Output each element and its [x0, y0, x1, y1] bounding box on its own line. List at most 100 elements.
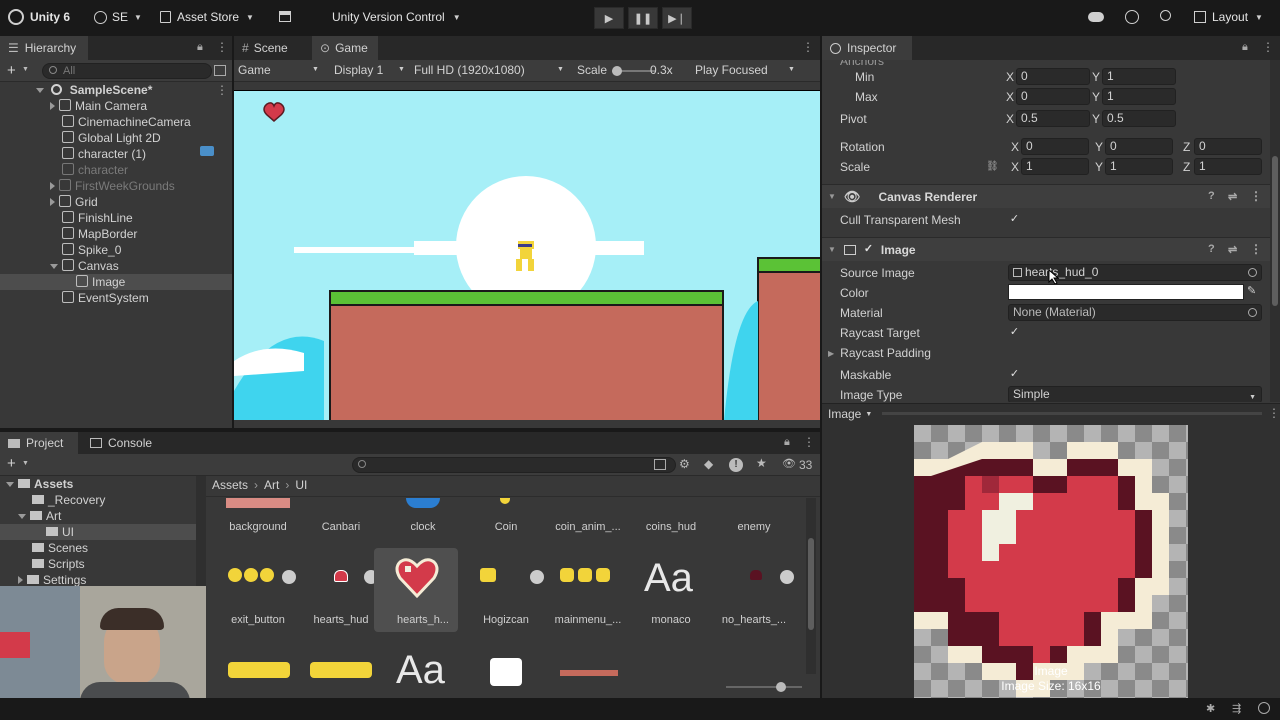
- asset-thumb-font-icon[interactable]: Aa: [396, 648, 445, 693]
- panel-menu-icon[interactable]: ⋮: [1262, 40, 1274, 54]
- hierarchy-item-character-1[interactable]: character (1): [62, 146, 146, 162]
- eye-icon[interactable]: 👁︎: [782, 457, 796, 470]
- game-mode-dropdown[interactable]: Game ▼: [238, 63, 319, 77]
- hierarchy-item-global-light[interactable]: Global Light 2D: [62, 130, 161, 146]
- tree-folder-recovery[interactable]: _Recovery: [32, 492, 105, 508]
- maskable-checkbox[interactable]: ✓: [1008, 368, 1021, 381]
- add-icon[interactable]: +: [7, 62, 16, 79]
- scale-slider-handle[interactable]: [612, 66, 622, 76]
- hierarchy-item-main-camera[interactable]: Main Camera: [50, 98, 147, 114]
- asset-thumb-hearts-hud-0[interactable]: [394, 554, 440, 600]
- anchor-min-y-field[interactable]: 1: [1102, 68, 1176, 85]
- panel-menu-icon[interactable]: ⋮: [216, 40, 228, 54]
- expand-sprites-icon[interactable]: [282, 570, 296, 584]
- lock-icon[interactable]: 🔒︎: [1242, 41, 1248, 54]
- chevron-down-icon[interactable]: ▼: [22, 460, 29, 467]
- tree-folder-art[interactable]: Art: [18, 508, 61, 524]
- step-button[interactable]: ▶❘: [662, 7, 692, 29]
- asset-thumb-white-square[interactable]: [490, 658, 522, 686]
- account-dropdown[interactable]: SE ▼: [94, 10, 142, 24]
- tree-folder-scripts[interactable]: Scripts: [32, 556, 85, 572]
- eyedropper-icon[interactable]: ✎: [1247, 284, 1256, 297]
- asset-thumb-exit-button[interactable]: [228, 568, 290, 586]
- project-search-input[interactable]: [352, 457, 676, 473]
- hierarchy-item-cinemachine[interactable]: CinemachineCamera: [62, 114, 191, 130]
- display-dropdown[interactable]: Display 1 ▼: [334, 63, 405, 77]
- asset-thumb-row3-5[interactable]: [560, 670, 618, 676]
- inspector-scrollbar[interactable]: [1270, 60, 1280, 402]
- lock-icon[interactable]: 🔒︎: [197, 41, 203, 54]
- tree-folder-assets[interactable]: Assets: [6, 476, 73, 492]
- hierarchy-item-mapborder[interactable]: MapBorder: [62, 226, 137, 242]
- asset-thumb-hearts-hud[interactable]: [334, 570, 348, 582]
- asset-thumb-mainmenu[interactable]: [560, 568, 622, 586]
- asset-thumb-no-hearts[interactable]: [750, 570, 762, 580]
- panel-menu-icon[interactable]: ⋮: [802, 40, 814, 54]
- asset-thumb-clock[interactable]: [406, 498, 440, 508]
- anchor-max-x-field[interactable]: 0: [1016, 88, 1090, 105]
- asset-thumb-coin[interactable]: [500, 498, 510, 504]
- hierarchy-item-canvas[interactable]: Canvas: [50, 258, 119, 274]
- search-icon[interactable]: [1160, 10, 1171, 21]
- tab-inspector[interactable]: Inspector: [822, 36, 912, 60]
- tab-game[interactable]: ⊙ Game: [312, 36, 378, 60]
- lock-icon[interactable]: 🔒︎: [784, 436, 790, 449]
- hierarchy-item-grid[interactable]: Grid: [50, 194, 98, 210]
- add-icon[interactable]: +: [7, 455, 16, 472]
- image-type-dropdown[interactable]: Simple ▼: [1008, 386, 1262, 402]
- chevron-down-icon[interactable]: ▼: [22, 66, 29, 73]
- progress-icon[interactable]: ⇶: [1232, 702, 1241, 715]
- asset-thumb-row3-2[interactable]: [310, 662, 372, 678]
- rotation-z-field[interactable]: 0: [1194, 138, 1262, 155]
- asset-store-button[interactable]: Asset Store ▼: [160, 10, 254, 24]
- breadcrumb-ui[interactable]: UI: [295, 478, 307, 492]
- favorite-star-icon[interactable]: ★: [756, 456, 767, 470]
- panel-menu-icon[interactable]: ⋮: [803, 435, 815, 449]
- raycast-target-checkbox[interactable]: ✓: [1008, 326, 1021, 339]
- version-control-dropdown[interactable]: Unity Version Control ▼: [332, 10, 461, 24]
- rotation-y-field[interactable]: 0: [1105, 138, 1173, 155]
- tab-console[interactable]: Console: [82, 432, 164, 454]
- rotation-x-field[interactable]: 0: [1021, 138, 1089, 155]
- warning-filter-icon[interactable]: !: [729, 458, 743, 472]
- scrollbar-thumb[interactable]: [808, 538, 814, 630]
- asset-thumb-row3-1[interactable]: [228, 662, 290, 678]
- expand-sprites-icon[interactable]: [530, 570, 544, 584]
- hierarchy-item-finishline[interactable]: FinishLine: [62, 210, 133, 226]
- hierarchy-item-image[interactable]: Image: [76, 274, 125, 290]
- scrollbar-thumb[interactable]: [1272, 156, 1278, 306]
- image-component-header[interactable]: ▼ ✓ Image ? ⇌ ⋮: [822, 237, 1270, 261]
- version-control-icon[interactable]: [279, 11, 291, 22]
- canvas-renderer-header[interactable]: ▼ 👁︎ Canvas Renderer ? ⇌ ⋮: [822, 184, 1270, 208]
- slider-handle[interactable]: [776, 682, 786, 692]
- color-swatch[interactable]: [1008, 284, 1244, 300]
- expand-sprites-icon[interactable]: [780, 570, 794, 584]
- filter-type-icon[interactable]: ⚙: [679, 457, 690, 471]
- tab-hierarchy[interactable]: ☰ Hierarchy: [0, 36, 88, 60]
- hierarchy-item-character[interactable]: character: [62, 162, 128, 178]
- cull-transparent-checkbox[interactable]: ✓: [1008, 213, 1021, 226]
- tree-folder-scenes[interactable]: Scenes: [32, 540, 88, 556]
- layout-dropdown[interactable]: Layout ▼: [1194, 10, 1263, 24]
- play-button[interactable]: ▶: [594, 7, 624, 29]
- pivot-y-field[interactable]: 0.5: [1102, 110, 1176, 127]
- object-picker-icon[interactable]: [1248, 268, 1257, 277]
- scale-x-field[interactable]: 1: [1021, 158, 1089, 175]
- tab-scene[interactable]: # Scene: [234, 36, 308, 60]
- tree-folder-ui[interactable]: UI: [46, 524, 74, 540]
- material-field[interactable]: None (Material): [1008, 304, 1262, 321]
- preview-dropdown[interactable]: Image ▼: [828, 407, 872, 421]
- cloud-icon[interactable]: [1088, 12, 1104, 22]
- resolution-dropdown[interactable]: Full HD (1920x1080) ▼: [414, 63, 564, 77]
- asset-thumb-monaco-font-icon[interactable]: Aa: [644, 556, 693, 601]
- preset-icon[interactable]: ⇌: [1228, 243, 1237, 256]
- game-viewport[interactable]: [234, 90, 820, 420]
- thumbnail-size-slider[interactable]: [726, 682, 802, 692]
- help-icon[interactable]: ?: [1208, 190, 1215, 202]
- scale-z-field[interactable]: 1: [1194, 158, 1262, 175]
- scene-menu-icon[interactable]: ⋮: [216, 83, 228, 97]
- anchor-max-y-field[interactable]: 1: [1102, 88, 1176, 105]
- raycast-padding-foldout[interactable]: ▶ Raycast Padding: [828, 346, 931, 360]
- hierarchy-search-input[interactable]: All: [42, 63, 212, 79]
- help-icon[interactable]: ?: [1208, 243, 1215, 255]
